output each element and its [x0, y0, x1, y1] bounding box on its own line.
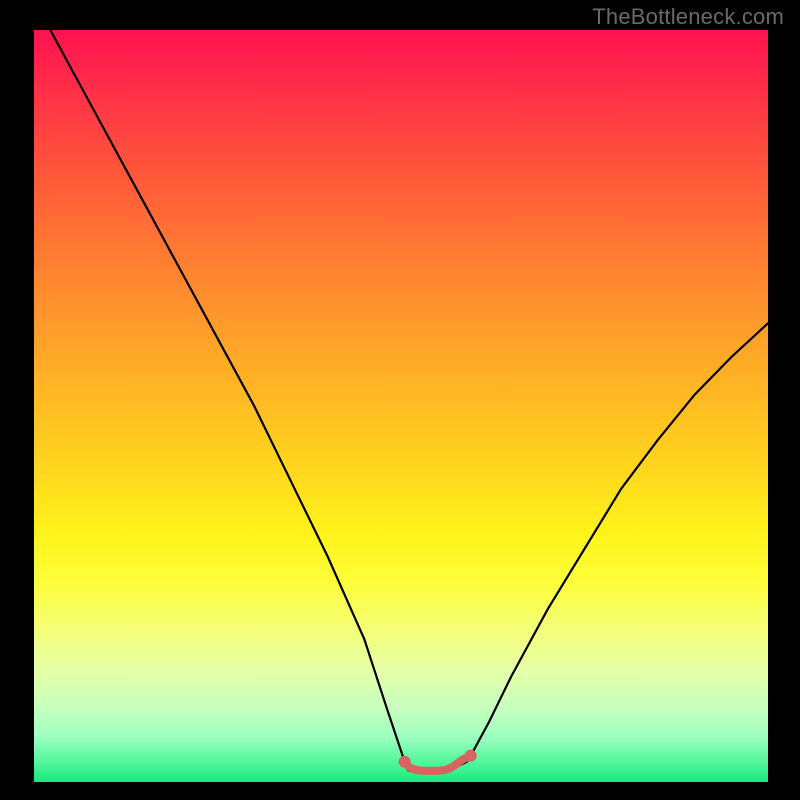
plot-area — [34, 30, 768, 782]
chart-frame — [0, 0, 800, 800]
bottleneck-curve — [34, 30, 768, 771]
trough-highlight — [405, 756, 471, 771]
trough-end-dot — [399, 756, 411, 768]
chart-stage: TheBottleneck.com — [0, 0, 800, 800]
watermark-text: TheBottleneck.com — [592, 4, 784, 30]
trough-end-dot — [465, 750, 477, 762]
curve-layer — [34, 30, 768, 782]
